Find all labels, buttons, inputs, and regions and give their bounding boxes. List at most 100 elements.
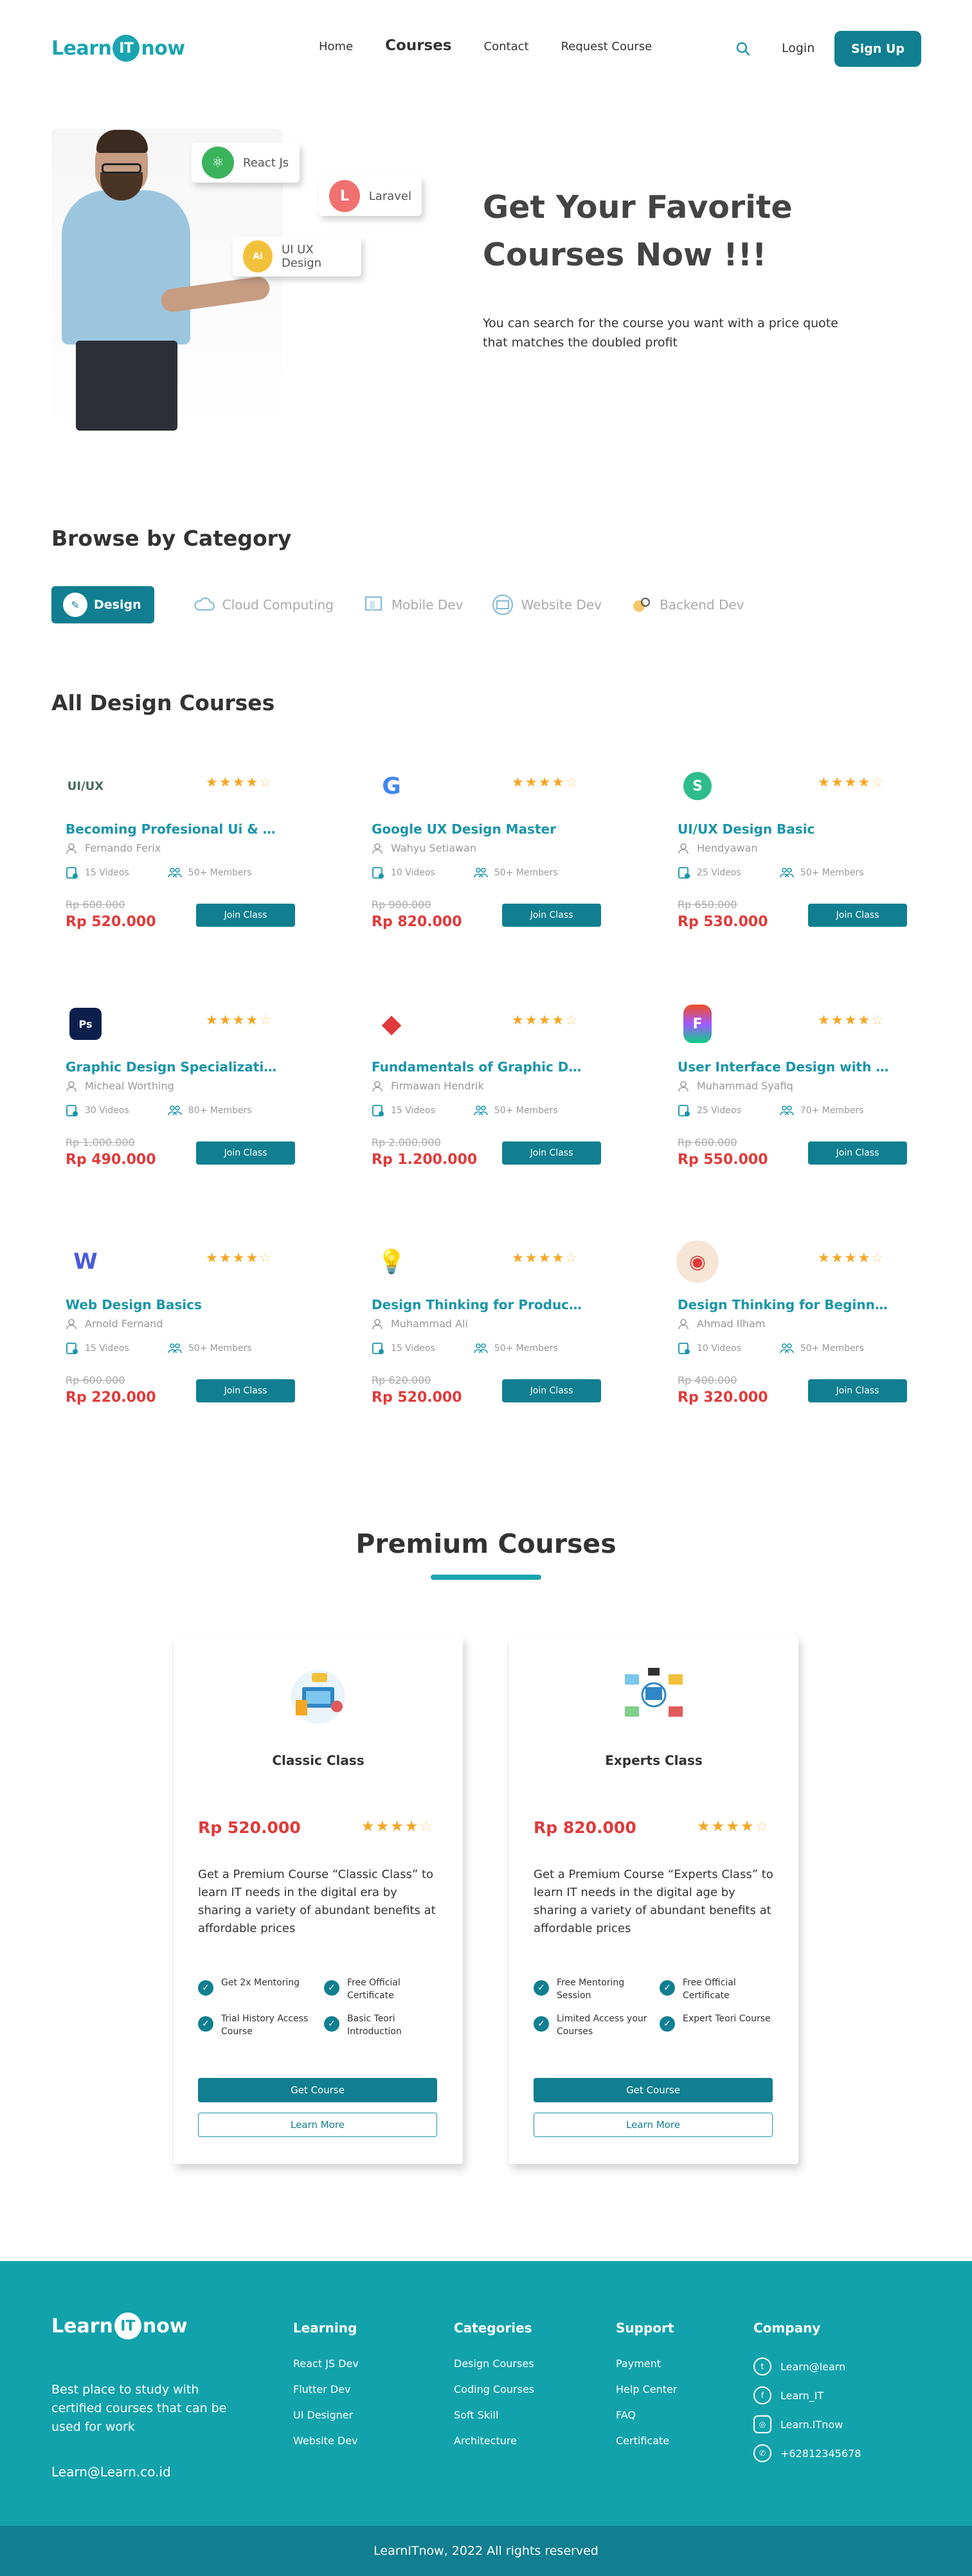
teacher-name: Fernando Ferix [85,842,161,854]
footer-email[interactable]: Learn@Learn.co.id [51,2464,171,2480]
uiux-icon: Ai [243,240,273,273]
join-class-button[interactable]: Join Class [502,1379,601,1402]
join-class-button[interactable]: Join Class [196,1379,295,1402]
footer-link[interactable]: Architecture [454,2435,534,2447]
brand-logo[interactable]: Learn IT now [51,35,185,62]
course-members: 50+ Members [800,868,864,878]
footer-link[interactable]: Certificate [616,2435,677,2447]
course-title[interactable]: Fundamentals of Graphic Design [372,1059,584,1075]
join-class-button[interactable]: Join Class [502,904,601,927]
logo-text-pre: Learn [51,2314,113,2338]
user-icon [372,1080,382,1091]
hero-person-shirt [62,190,190,344]
footer-link[interactable]: React JS Dev [293,2357,359,2370]
learn-more-button[interactable]: Learn More [534,2113,773,2137]
course-videos: 15 Videos [391,1343,435,1354]
course-logo-icon: G [382,773,401,800]
course-old-price: Rp 900.000 [372,899,431,911]
course-title[interactable]: Graphic Design Specialization [66,1059,278,1075]
course-teacher: Muhammad Ali [372,1318,468,1330]
course-title[interactable]: Web Design Basics [66,1297,278,1312]
footer-link[interactable]: Website Dev [293,2435,359,2447]
search-icon[interactable] [735,41,751,57]
facebook-icon: f [753,2386,771,2404]
course-card: W ★★★★☆ Web Design Basics Arnold Fernand 15 … [51,1228,295,1420]
footer-social-facebook[interactable]: f Learn_IT [753,2386,861,2404]
learn-more-button[interactable]: Learn More [198,2113,437,2137]
footer-link[interactable]: Payment [616,2357,677,2370]
footer-link[interactable]: Help Center [616,2383,677,2395]
check-icon: ✓ [324,2016,339,2032]
feature-label: Free Official Certificate [347,1978,401,2001]
teacher-name: Hendyawan [697,842,758,854]
nav-contact-link[interactable]: Contact [484,40,529,54]
course-price: Rp 320.000 [678,1390,768,1406]
footer-social-twitter[interactable]: t Learn@learn [753,2357,861,2375]
footer-link[interactable]: UI Designer [293,2409,359,2421]
category-tab-website-dev[interactable]: Website Dev [491,586,602,623]
course-title[interactable]: Becoming Profesional Ui & UX... [66,821,278,837]
premium-card-features: ✓ Get 2x Mentoring ✓ Free Official Certifi… [198,1976,442,2038]
feature-item: ✓ Basic Teori Introduction [324,2012,442,2038]
feature-label: Free Mentoring Session [557,1978,625,2001]
logo-text-post: now [141,37,185,60]
join-class-button[interactable]: Join Class [808,1379,907,1402]
course-title[interactable]: User Interface Design with Figma [678,1059,890,1075]
logo-text-post: now [142,2314,188,2338]
login-link[interactable]: Login [782,41,815,55]
footer-support-column: Support Payment Help Center FAQ Certific… [616,2320,677,2460]
footer-link[interactable]: Flutter Dev [293,2383,359,2395]
experts-class-illustration [625,1668,683,1717]
footer-social-instagram[interactable]: ◎ Learn.ITnow [753,2415,861,2433]
members-icon [167,1343,182,1354]
user-icon [678,843,688,854]
video-icon [372,1343,384,1354]
category-tab-design[interactable]: ✎ Design [51,586,154,623]
teacher-name: Muhammad Ali [391,1318,468,1330]
join-class-button[interactable]: Join Class [808,1141,907,1165]
hero-chip-uiux: Ai UI UX Design [233,237,361,276]
course-members: 80+ Members [188,1105,252,1116]
footer-link[interactable]: FAQ [616,2409,677,2421]
video-icon [66,1105,78,1116]
category-tab-backend-dev[interactable]: Backend Dev [630,586,744,623]
footer-link[interactable]: Soft Skill [454,2409,534,2421]
get-course-button[interactable]: Get Course [198,2078,437,2102]
course-rating: ★★★★☆ [206,1012,273,1028]
course-title[interactable]: Design Thinking for Product... [372,1297,584,1312]
footer-copyright-bar: LearnITnow, 2022 All rights reserved [0,2526,972,2576]
course-meta: 10 Videos 50+ Members [678,1342,864,1355]
course-price: Rp 490.000 [66,1152,156,1168]
teacher-name: Micheal Worthing [85,1080,174,1092]
course-title[interactable]: Design Thinking for Beginners [678,1297,890,1312]
members-icon [779,1343,794,1354]
course-old-price: Rp 400.000 [678,1374,737,1386]
category-tab-mobile-dev[interactable]: Mobile Dev [362,586,463,623]
join-class-button[interactable]: Join Class [808,904,907,927]
category-label: Backend Dev [660,597,744,613]
footer-social-whatsapp[interactable]: ✆ +62812345678 [753,2444,861,2462]
course-card: Ps ★★★★☆ Graphic Design Specialization Mich… [51,990,295,1183]
nav-request-course-link[interactable]: Request Course [561,40,652,54]
join-class-button[interactable]: Join Class [196,1141,295,1165]
nav-home-link[interactable]: Home [319,40,353,54]
nav-courses-link[interactable]: Courses [385,37,451,54]
footer-link[interactable]: Coding Courses [454,2383,534,2395]
user-icon [372,843,382,854]
footer-logo[interactable]: Learn IT now [51,2312,188,2339]
join-class-button[interactable]: Join Class [196,904,295,927]
footer-link[interactable]: Design Courses [454,2357,534,2370]
get-course-button[interactable]: Get Course [534,2078,773,2102]
signup-button[interactable]: Sign Up [834,31,921,67]
category-tab-cloud-computing[interactable]: Cloud Computing [193,586,334,623]
course-rating: ★★★★☆ [818,1012,885,1028]
check-icon: ✓ [534,1980,549,1996]
footer-column-title: Categories [454,2320,532,2336]
course-title[interactable]: Google UX Design Master [372,821,584,837]
feature-item: ✓ Free Official Certificate [324,1976,442,2002]
video-icon [372,1105,384,1116]
join-class-button[interactable]: Join Class [502,1141,601,1165]
course-logo-icon: W [73,1249,98,1275]
course-title[interactable]: UI/UX Design Basic [678,821,890,837]
course-meta: 25 Videos 50+ Members [678,866,864,879]
